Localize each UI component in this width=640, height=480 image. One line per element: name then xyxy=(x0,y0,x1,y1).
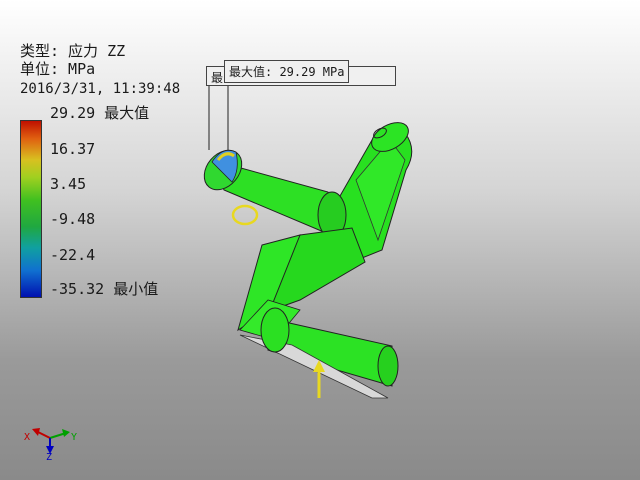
axis-x-label: X xyxy=(24,432,31,443)
view-cube-axes-icon xyxy=(32,428,70,454)
max-callout-hidden-label: 最 xyxy=(211,71,224,85)
axis-y-label: Y xyxy=(71,432,78,443)
axis-z-label: Z xyxy=(46,452,53,463)
max-value-callout[interactable]: 最大值: 29.29 MPa xyxy=(224,60,350,83)
constraint-icon xyxy=(231,204,259,226)
